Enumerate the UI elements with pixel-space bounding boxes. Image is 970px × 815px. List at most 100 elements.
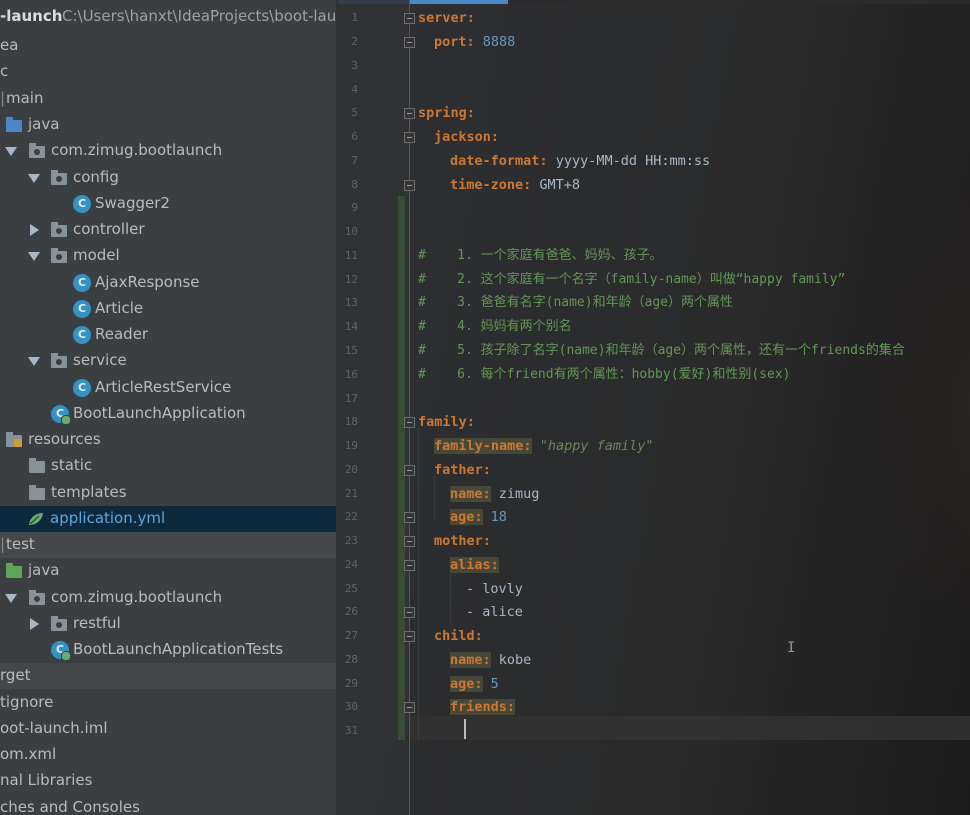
tree-item-label: Article bbox=[95, 299, 144, 317]
tree-item-label: static bbox=[51, 456, 93, 474]
tree-item-ajaxresponse[interactable]: C AjaxResponse bbox=[0, 270, 336, 296]
tree-item-controller[interactable]: controller bbox=[0, 217, 336, 243]
code-line-21: name: zimug bbox=[450, 482, 539, 506]
tree-item-gitignore[interactable]: tignore bbox=[0, 690, 336, 716]
tree-item-test-package[interactable]: com.zimug.bootlaunch bbox=[0, 585, 336, 611]
fold-toggle-icon[interactable] bbox=[404, 631, 415, 642]
tree-item-label: restful bbox=[73, 614, 121, 632]
tree-item-label: resources bbox=[28, 430, 101, 448]
chevron-down-icon[interactable] bbox=[28, 357, 40, 366]
chevron-down-icon[interactable] bbox=[28, 252, 40, 261]
fold-toggle-icon[interactable] bbox=[404, 13, 415, 24]
code-comment: # 1. 一个家庭有爸爸、妈妈、孩子。 bbox=[418, 248, 663, 263]
tree-item-external-libraries[interactable]: nal Libraries bbox=[0, 768, 336, 794]
fold-toggle-icon[interactable] bbox=[404, 132, 415, 143]
yaml-list-item: - lovly bbox=[466, 581, 523, 597]
tree-item-scratches[interactable]: ches and Consoles bbox=[0, 795, 336, 815]
tree-item-label: Swagger2 bbox=[95, 194, 170, 212]
tree-item-package[interactable]: com.zimug.bootlaunch bbox=[0, 138, 336, 164]
project-tree[interactable]: -launch C:\Users\hanxt\IdeaProjects\boot… bbox=[0, 0, 336, 815]
tree-item-target[interactable]: rget bbox=[0, 663, 336, 689]
yaml-key: age: bbox=[450, 676, 483, 692]
code-line-18: family: bbox=[418, 410, 475, 434]
class-icon: C bbox=[73, 274, 91, 292]
tree-line-icon: | bbox=[0, 535, 6, 553]
tree-item-label: application.yml bbox=[50, 509, 166, 527]
chevron-right-icon[interactable] bbox=[30, 618, 39, 630]
fold-toggle-icon[interactable] bbox=[404, 512, 415, 523]
fold-toggle-icon[interactable] bbox=[404, 37, 415, 48]
tree-item-label: java bbox=[28, 115, 60, 133]
fold-toggle-icon[interactable] bbox=[404, 180, 415, 191]
tree-item-static[interactable]: static bbox=[0, 453, 336, 479]
yaml-value: yyyy-MM-dd HH:mm:ss bbox=[555, 153, 711, 169]
tree-item-label: model bbox=[73, 246, 120, 264]
fold-toggle-icon[interactable] bbox=[404, 465, 415, 476]
tree-item-bootlaunchapplication[interactable]: C BootLaunchApplication bbox=[0, 401, 336, 427]
tree-item-src[interactable]: c bbox=[0, 59, 336, 85]
fold-toggle-icon[interactable] bbox=[404, 607, 415, 618]
tree-item-label: BootLaunchApplication bbox=[73, 404, 246, 422]
fold-toggle-icon[interactable] bbox=[404, 702, 415, 713]
tree-item-restful[interactable]: restful bbox=[0, 611, 336, 637]
line-number: 31 bbox=[344, 724, 358, 737]
tree-item-pom[interactable]: om.xml bbox=[0, 742, 336, 768]
tree-item-label: ArticleRestService bbox=[95, 378, 232, 396]
fold-toggle-icon[interactable] bbox=[404, 417, 415, 428]
tree-item-model[interactable]: model bbox=[0, 243, 336, 269]
code-comment: # 5. 孩子除了名字(name)和年龄（age）两个属性，还有一个friend… bbox=[418, 343, 905, 358]
line-number: 2 bbox=[351, 35, 358, 48]
tree-item-resources[interactable]: resources bbox=[0, 427, 336, 453]
line-number: 14 bbox=[344, 320, 358, 333]
tree-item-bootlaunchapplicationtests[interactable]: C BootLaunchApplicationTests bbox=[0, 637, 336, 663]
tree-item-idea[interactable]: ea bbox=[0, 33, 336, 59]
spring-leaf-icon bbox=[29, 513, 43, 525]
line-number: 8 bbox=[351, 178, 358, 191]
tree-item-java[interactable]: java bbox=[0, 112, 336, 138]
tree-item-main[interactable]: | main bbox=[0, 86, 336, 112]
line-number: 12 bbox=[344, 273, 358, 286]
package-icon bbox=[51, 248, 67, 263]
tree-line-icon: | bbox=[0, 89, 6, 107]
code-line-6: jackson: bbox=[434, 125, 499, 149]
line-number: 26 bbox=[344, 605, 358, 618]
tree-item-swagger2[interactable]: C Swagger2 bbox=[0, 191, 336, 217]
chevron-right-icon[interactable] bbox=[30, 224, 39, 236]
tree-item-label: Reader bbox=[95, 325, 149, 343]
line-number: 19 bbox=[344, 439, 358, 452]
tree-item-test-java[interactable]: java bbox=[0, 558, 336, 584]
yaml-key: date-format: bbox=[450, 153, 548, 169]
line-number: 23 bbox=[344, 534, 358, 547]
package-icon bbox=[29, 590, 45, 605]
tree-item-test[interactable]: | test bbox=[0, 532, 336, 558]
chevron-down-icon[interactable] bbox=[28, 174, 40, 183]
tree-item-config[interactable]: config bbox=[0, 165, 336, 191]
line-number: 25 bbox=[344, 582, 358, 595]
fold-toggle-icon[interactable] bbox=[404, 536, 415, 547]
test-folder-icon bbox=[6, 563, 22, 578]
package-icon bbox=[51, 222, 67, 237]
tree-item-application-yml[interactable]: application.yml bbox=[0, 506, 336, 532]
code-line-25: - lovly bbox=[466, 577, 523, 601]
tree-item-service[interactable]: service bbox=[0, 348, 336, 374]
tree-item-label: java bbox=[28, 561, 60, 579]
yaml-list-item: - alice bbox=[466, 604, 523, 620]
chevron-down-icon[interactable] bbox=[5, 147, 17, 156]
tree-item-article[interactable]: C Article bbox=[0, 296, 336, 322]
line-number: 13 bbox=[344, 296, 358, 309]
tree-item-articlerestservice[interactable]: C ArticleRestService bbox=[0, 375, 336, 401]
project-root[interactable]: -launch C:\Users\hanxt\IdeaProjects\boot… bbox=[0, 7, 336, 33]
tree-item-label: templates bbox=[51, 483, 127, 501]
tree-item-reader[interactable]: C Reader bbox=[0, 322, 336, 348]
tree-item-iml[interactable]: oot-launch.iml bbox=[0, 716, 336, 742]
current-line-highlight bbox=[410, 716, 970, 740]
code-comment: # 3. 爸爸有名字(name)和年龄（age）两个属性 bbox=[418, 295, 734, 310]
fold-toggle-icon[interactable] bbox=[404, 108, 415, 119]
line-number: 11 bbox=[344, 249, 358, 262]
yaml-key: server: bbox=[418, 10, 475, 26]
fold-toggle-icon[interactable] bbox=[404, 560, 415, 571]
code-line-30: friends: bbox=[450, 695, 516, 719]
chevron-down-icon[interactable] bbox=[5, 594, 17, 603]
yaml-key: child: bbox=[434, 628, 483, 644]
tree-item-templates[interactable]: templates bbox=[0, 480, 336, 506]
